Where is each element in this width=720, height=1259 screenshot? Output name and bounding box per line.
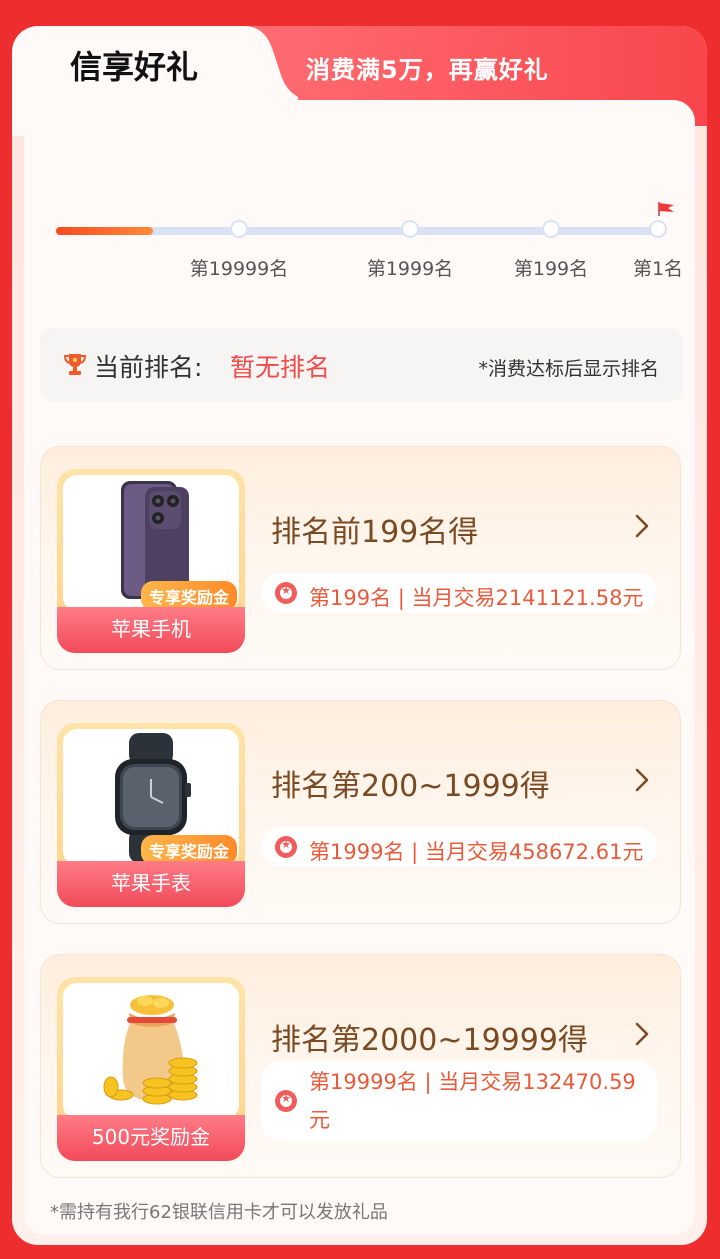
- reward-info-text: 第199名 | 当月交易2141121.58元: [309, 586, 644, 610]
- reward-card-bonus[interactable]: 500元奖励金 排名第2000~19999得 第19999名 | 当月交易132…: [40, 954, 681, 1178]
- chevron-right-icon[interactable]: [634, 513, 650, 539]
- milestone-label-1: 第1名: [632, 258, 684, 280]
- milestone-label-199: 第199名: [513, 258, 589, 280]
- money-bag-icon: [103, 995, 198, 1105]
- medal-icon: [275, 582, 297, 604]
- rank-progress-fill: [56, 227, 153, 235]
- reward-title: 排名第200~1999得: [271, 769, 550, 804]
- reward-info-pill: 第19999名 | 当月交易132470.59元: [261, 1061, 657, 1141]
- current-rank-label: 当前排名:: [94, 353, 203, 382]
- money-bag-image: [63, 983, 239, 1119]
- medal-icon: [275, 836, 297, 858]
- milestone-label-19999: 第19999名: [189, 258, 289, 280]
- reward-title: 排名前199名得: [271, 515, 479, 550]
- milestone-dot-19999: [230, 220, 248, 238]
- main-frame: 消费满5万，再赢好礼 信享好礼 第19999名 第1999名 第199名 第1名…: [12, 26, 707, 1245]
- reward-info-text: 第1999名 | 当月交易458672.61元: [309, 840, 644, 864]
- current-rank-box: 当前排名: 暂无排名 *消费达标后显示排名: [40, 328, 683, 402]
- trophy-icon: [64, 354, 86, 375]
- reward-thumb: 500元奖励金: [57, 977, 245, 1161]
- milestone-dot-1: [649, 220, 667, 238]
- rank-progress-bar: [56, 227, 662, 235]
- flag-icon: [658, 202, 674, 216]
- medal-icon: [275, 1090, 297, 1112]
- reward-card-watch[interactable]: 专享奖励金 苹果手表 排名第200~1999得 第1999名 | 当月交易458…: [40, 700, 681, 924]
- rank-note: *消费达标后显示排名: [478, 358, 659, 380]
- reward-info-text: 第19999名 | 当月交易132470.59元: [309, 1070, 636, 1132]
- milestone-label-1999: 第1999名: [366, 258, 454, 280]
- chevron-right-icon[interactable]: [634, 767, 650, 793]
- thumb-label: 苹果手表: [57, 861, 245, 907]
- reward-card-iphone[interactable]: 专享奖励金 苹果手机 排名前199名得 第199名 | 当月交易2141121.…: [40, 446, 681, 670]
- tab-xinxiang-gift-label: 信享好礼: [70, 48, 199, 86]
- milestone-dot-199: [542, 220, 560, 238]
- reward-info-pill: 第199名 | 当月交易2141121.58元: [261, 573, 657, 613]
- thumb-label: 500元奖励金: [57, 1115, 245, 1161]
- thumb-label: 苹果手机: [57, 607, 245, 653]
- reward-info-pill: 第1999名 | 当月交易458672.61元: [261, 827, 657, 867]
- current-rank-value: 暂无排名: [230, 353, 331, 382]
- milestone-dot-1999: [401, 220, 419, 238]
- reward-title: 排名第2000~19999得: [271, 1023, 588, 1058]
- footnote: *需持有我行62银联信用卡才可以发放礼品: [50, 1202, 388, 1223]
- tab-spend-50k-label: 消费满5万，再赢好礼: [306, 56, 549, 84]
- chevron-right-icon[interactable]: [634, 1021, 650, 1047]
- reward-thumb: 专享奖励金 苹果手机: [57, 469, 245, 653]
- reward-thumb: 专享奖励金 苹果手表: [57, 723, 245, 907]
